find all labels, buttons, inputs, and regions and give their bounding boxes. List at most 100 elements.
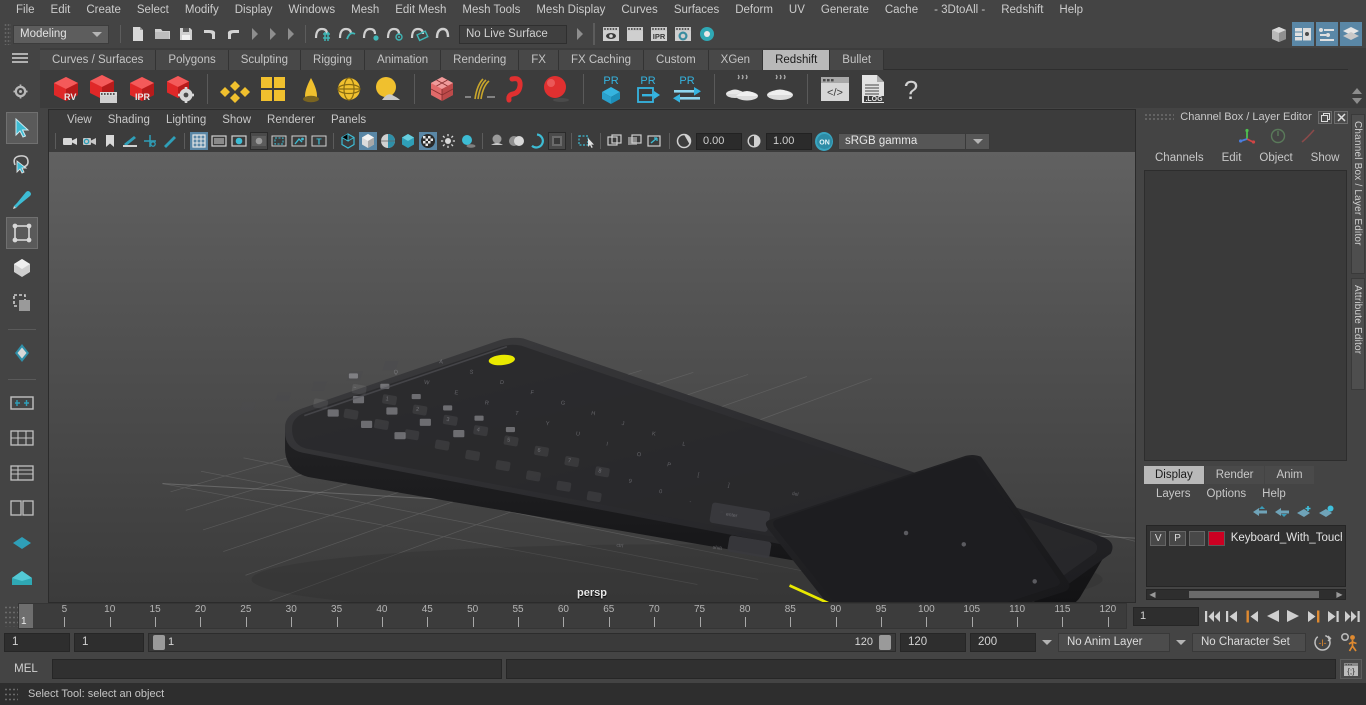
show-hide-attribute-editor-icon[interactable] bbox=[1292, 22, 1314, 46]
redshift-light-ies-icon[interactable] bbox=[293, 71, 329, 107]
layer-menu-options[interactable]: Options bbox=[1199, 488, 1255, 500]
layer-tab-render[interactable]: Render bbox=[1204, 466, 1265, 484]
color-space-field[interactable]: sRGB gamma bbox=[838, 132, 966, 150]
scale-tool[interactable] bbox=[6, 287, 38, 319]
redshift-light-portal-icon[interactable] bbox=[255, 71, 291, 107]
go-to-start-icon[interactable] bbox=[1205, 607, 1220, 625]
menu-create[interactable]: Create bbox=[78, 0, 129, 20]
command-language-label[interactable]: MEL bbox=[4, 663, 48, 675]
shelf-tab-custom[interactable]: Custom bbox=[644, 50, 709, 70]
image-plane-icon[interactable] bbox=[121, 132, 139, 150]
anim-start-time-field[interactable]: 1 bbox=[4, 632, 70, 652]
shelf-tab-rendering[interactable]: Rendering bbox=[441, 50, 520, 70]
animation-preferences-icon[interactable] bbox=[1338, 632, 1362, 652]
menu-windows[interactable]: Windows bbox=[280, 0, 343, 20]
snap-to-projected-center-icon[interactable] bbox=[383, 22, 407, 46]
move-layer-down-icon[interactable] bbox=[1275, 505, 1290, 521]
film-gate-icon[interactable] bbox=[210, 132, 228, 150]
current-time-indicator[interactable]: 1 bbox=[19, 604, 33, 628]
create-new-layer-icon[interactable] bbox=[1297, 505, 1312, 521]
make-live-icon[interactable] bbox=[431, 22, 455, 46]
redshift-render-sequence-icon[interactable] bbox=[86, 71, 122, 107]
menu-mesh-tools[interactable]: Mesh Tools bbox=[454, 0, 528, 20]
menu-deform[interactable]: Deform bbox=[727, 0, 781, 20]
menu-select[interactable]: Select bbox=[129, 0, 177, 20]
undo-icon[interactable] bbox=[198, 22, 222, 46]
status-line-grip[interactable] bbox=[4, 23, 11, 45]
textured-icon[interactable] bbox=[399, 132, 417, 150]
live-surface-field[interactable]: No Live Surface bbox=[459, 24, 567, 44]
play-forwards-icon[interactable] bbox=[1285, 607, 1300, 625]
layer-menu-help[interactable]: Help bbox=[1254, 488, 1294, 500]
save-scene-icon[interactable] bbox=[174, 22, 198, 46]
redshift-bake-icon[interactable] bbox=[724, 71, 760, 107]
step-back-keyframe-icon[interactable] bbox=[1225, 607, 1240, 625]
twopoint-resolution-icon[interactable] bbox=[141, 132, 159, 150]
menu-edit-mesh[interactable]: Edit Mesh bbox=[387, 0, 454, 20]
redshift-pr-swap-icon[interactable]: PR bbox=[669, 71, 705, 107]
gamma-value-field[interactable]: 1.00 bbox=[766, 132, 812, 150]
layout-hypergraph[interactable] bbox=[6, 492, 38, 524]
screen-space-ao-icon[interactable] bbox=[488, 132, 506, 150]
gate-mask-icon[interactable] bbox=[250, 132, 268, 150]
safe-title-icon[interactable]: T bbox=[310, 132, 328, 150]
panel-drag-handle[interactable] bbox=[1144, 113, 1174, 121]
select-camera-icon[interactable] bbox=[61, 132, 79, 150]
scrollbar-thumb[interactable] bbox=[1189, 591, 1319, 598]
menu-edit[interactable]: Edit bbox=[43, 0, 79, 20]
redshift-bake-set-icon[interactable] bbox=[762, 71, 798, 107]
script-editor-icon[interactable]: {;} bbox=[1340, 659, 1362, 679]
viewport-menu-show[interactable]: Show bbox=[214, 110, 259, 130]
view-transform-enabled-icon[interactable]: ON bbox=[815, 131, 833, 151]
channel-box-attribute-list[interactable] bbox=[1144, 170, 1347, 461]
smooth-shade-all-icon[interactable] bbox=[359, 132, 377, 150]
anim-end-time-field[interactable]: 200 bbox=[970, 632, 1036, 652]
side-tab-channel-box[interactable]: Channel Box / Layer Editor bbox=[1351, 114, 1365, 274]
anim-layer-field[interactable]: No Anim Layer bbox=[1058, 632, 1170, 652]
side-tab-attribute-editor[interactable]: Attribute Editor bbox=[1351, 278, 1365, 390]
range-slider-left-handle[interactable] bbox=[153, 634, 165, 650]
redshift-light-physical-sun-icon[interactable] bbox=[369, 71, 405, 107]
menu-modify[interactable]: Modify bbox=[177, 0, 227, 20]
open-scene-icon[interactable] bbox=[150, 22, 174, 46]
layer-name[interactable]: Keyboard_With_Touch bbox=[1231, 532, 1342, 544]
shelf-tab-bullet[interactable]: Bullet bbox=[830, 50, 885, 70]
channel-menu-object[interactable]: Object bbox=[1250, 152, 1301, 164]
show-hide-modeling-toolkit-icon[interactable] bbox=[1268, 22, 1290, 46]
menu-set-selector[interactable]: Modeling bbox=[13, 24, 109, 44]
redshift-light-dome-icon[interactable] bbox=[331, 71, 367, 107]
layer-color-swatch[interactable] bbox=[1208, 530, 1225, 546]
redshift-pr-export-icon[interactable]: PR bbox=[631, 71, 667, 107]
menu-mesh-display[interactable]: Mesh Display bbox=[528, 0, 613, 20]
layer-playback-toggle[interactable]: P bbox=[1169, 530, 1186, 546]
exposure-value-field[interactable]: 0.00 bbox=[696, 132, 742, 150]
menu-redshift[interactable]: Redshift bbox=[993, 0, 1051, 20]
character-set-field[interactable]: No Character Set bbox=[1192, 632, 1306, 652]
current-frame-field[interactable]: 1 bbox=[1133, 606, 1199, 626]
redshift-log-icon[interactable]: .LOG bbox=[855, 71, 891, 107]
new-scene-icon[interactable] bbox=[126, 22, 150, 46]
render-settings-icon[interactable] bbox=[671, 22, 695, 46]
layout-graph-editor[interactable] bbox=[6, 527, 38, 559]
range-slider-right-handle[interactable] bbox=[879, 634, 891, 650]
shaded-wireframe-icon[interactable] bbox=[379, 132, 397, 150]
step-forward-frame-icon[interactable] bbox=[1305, 607, 1320, 625]
layout-persp-outliner[interactable] bbox=[6, 457, 38, 489]
anim-layer-dropdown-arrow-icon[interactable] bbox=[1040, 633, 1054, 652]
rotate-tool[interactable] bbox=[6, 252, 38, 284]
soft-modification-tool[interactable] bbox=[6, 337, 38, 369]
menu-3dtoall[interactable]: - 3DtoAll - bbox=[926, 0, 993, 20]
menu-mesh[interactable]: Mesh bbox=[343, 0, 387, 20]
auto-keyframe-toggle-icon[interactable]: -l- bbox=[1310, 633, 1334, 652]
color-space-dropdown-arrow-icon[interactable] bbox=[966, 132, 990, 150]
snap-to-curve-icon[interactable] bbox=[335, 22, 359, 46]
channel-menu-edit[interactable]: Edit bbox=[1213, 152, 1251, 164]
multisample-icon[interactable] bbox=[528, 132, 546, 150]
layer-list-horizontal-scrollbar[interactable]: ◀ ▶ bbox=[1146, 589, 1346, 600]
shelf-tab-fx-caching[interactable]: FX Caching bbox=[558, 50, 645, 70]
bookmark-icon[interactable] bbox=[101, 132, 119, 150]
display-layer-list[interactable]: V P Keyboard_With_Touch bbox=[1146, 525, 1346, 587]
table-row[interactable]: V P Keyboard_With_Touch bbox=[1150, 529, 1342, 547]
layout-single-perspective[interactable] bbox=[6, 387, 38, 419]
undock-icon[interactable] bbox=[1318, 110, 1332, 124]
